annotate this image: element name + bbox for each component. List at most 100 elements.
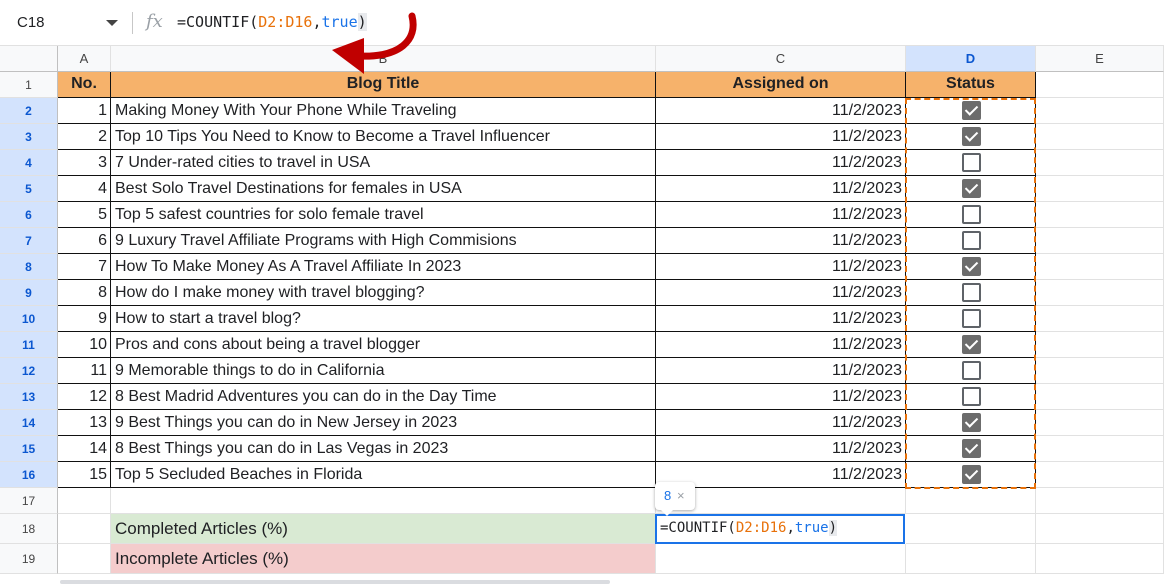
- cell-e18[interactable]: [1036, 514, 1164, 544]
- status-checkbox[interactable]: [962, 361, 981, 380]
- cell-blog-title[interactable]: 7 Under-rated cities to travel in USA: [111, 150, 656, 176]
- column-header-d[interactable]: D: [906, 46, 1036, 72]
- header-assigned-on[interactable]: Assigned on: [656, 72, 906, 98]
- cell-no[interactable]: 12: [58, 384, 111, 410]
- cell-e[interactable]: [1036, 98, 1164, 124]
- cell-e[interactable]: [1036, 176, 1164, 202]
- close-icon[interactable]: ×: [677, 482, 685, 510]
- cell-assigned-on[interactable]: 11/2/2023: [656, 410, 906, 436]
- cell-status[interactable]: [906, 202, 1036, 228]
- cell-assigned-on[interactable]: 11/2/2023: [656, 358, 906, 384]
- cell-status[interactable]: [906, 358, 1036, 384]
- cell-assigned-on[interactable]: 11/2/2023: [656, 150, 906, 176]
- cell-status[interactable]: [906, 462, 1036, 488]
- status-checkbox[interactable]: [962, 231, 981, 250]
- status-checkbox[interactable]: [962, 309, 981, 328]
- cell-status[interactable]: [906, 98, 1036, 124]
- cell-status[interactable]: [906, 124, 1036, 150]
- row-header-11[interactable]: 11: [0, 332, 58, 358]
- row-header-4[interactable]: 4: [0, 150, 58, 176]
- row-header-17[interactable]: 17: [0, 488, 58, 514]
- cell-blog-title[interactable]: How do I make money with travel blogging…: [111, 280, 656, 306]
- cell-assigned-on[interactable]: 11/2/2023: [656, 124, 906, 150]
- cell-e[interactable]: [1036, 228, 1164, 254]
- cell-assigned-on[interactable]: 11/2/2023: [656, 98, 906, 124]
- cell-no[interactable]: 9: [58, 306, 111, 332]
- cell-status[interactable]: [906, 410, 1036, 436]
- status-checkbox[interactable]: [962, 283, 981, 302]
- cell-status[interactable]: [906, 280, 1036, 306]
- cell-e1[interactable]: [1036, 72, 1164, 98]
- status-checkbox[interactable]: [962, 153, 981, 172]
- cell-no[interactable]: 5: [58, 202, 111, 228]
- status-checkbox[interactable]: [962, 127, 981, 146]
- select-all-corner[interactable]: [0, 46, 58, 72]
- cell-no[interactable]: 14: [58, 436, 111, 462]
- row-header-6[interactable]: 6: [0, 202, 58, 228]
- status-checkbox[interactable]: [962, 387, 981, 406]
- row-header-3[interactable]: 3: [0, 124, 58, 150]
- cell-blog-title[interactable]: Making Money With Your Phone While Trave…: [111, 98, 656, 124]
- row-header-12[interactable]: 12: [0, 358, 58, 384]
- cell-status[interactable]: [906, 228, 1036, 254]
- cell-a18[interactable]: [58, 514, 111, 544]
- cell-e[interactable]: [1036, 254, 1164, 280]
- cell-e[interactable]: [1036, 384, 1164, 410]
- cell-b17[interactable]: [111, 488, 656, 514]
- cell-assigned-on[interactable]: 11/2/2023: [656, 332, 906, 358]
- cell-assigned-on[interactable]: 11/2/2023: [656, 384, 906, 410]
- cell-blog-title[interactable]: 9 Luxury Travel Affiliate Programs with …: [111, 228, 656, 254]
- row-header-16[interactable]: 16: [0, 462, 58, 488]
- cell-status[interactable]: [906, 332, 1036, 358]
- cell-e[interactable]: [1036, 306, 1164, 332]
- cell-no[interactable]: 15: [58, 462, 111, 488]
- cell-no[interactable]: 3: [58, 150, 111, 176]
- header-no[interactable]: No.: [58, 72, 111, 98]
- row-header-2[interactable]: 2: [0, 98, 58, 124]
- cell-no[interactable]: 4: [58, 176, 111, 202]
- cell-blog-title[interactable]: 8 Best Madrid Adventures you can do in t…: [111, 384, 656, 410]
- cell-e[interactable]: [1036, 358, 1164, 384]
- cell-status[interactable]: [906, 176, 1036, 202]
- cell-status[interactable]: [906, 254, 1036, 280]
- cell-e[interactable]: [1036, 150, 1164, 176]
- cell-e[interactable]: [1036, 410, 1164, 436]
- cell-assigned-on[interactable]: 11/2/2023: [656, 202, 906, 228]
- status-checkbox[interactable]: [962, 257, 981, 276]
- cell-no[interactable]: 6: [58, 228, 111, 254]
- cell-blog-title[interactable]: Top 10 Tips You Need to Know to Become a…: [111, 124, 656, 150]
- cell-blog-title[interactable]: 9 Memorable things to do in California: [111, 358, 656, 384]
- cell-assigned-on[interactable]: 11/2/2023: [656, 176, 906, 202]
- cell-blog-title[interactable]: Pros and cons about being a travel blogg…: [111, 332, 656, 358]
- cell-assigned-on[interactable]: 11/2/2023: [656, 280, 906, 306]
- cell-reference[interactable]: C18: [17, 14, 45, 31]
- status-checkbox[interactable]: [962, 413, 981, 432]
- horizontal-scrollbar[interactable]: [60, 580, 610, 584]
- cell-blog-title[interactable]: How to start a travel blog?: [111, 306, 656, 332]
- cell-e[interactable]: [1036, 280, 1164, 306]
- incomplete-articles-label[interactable]: Incomplete Articles (%): [111, 544, 656, 574]
- cell-status[interactable]: [906, 384, 1036, 410]
- row-header-1[interactable]: 1: [0, 72, 58, 98]
- cell-assigned-on[interactable]: 11/2/2023: [656, 436, 906, 462]
- cell-no[interactable]: 7: [58, 254, 111, 280]
- status-checkbox[interactable]: [962, 335, 981, 354]
- row-header-19[interactable]: 19: [0, 544, 58, 574]
- cell-no[interactable]: 11: [58, 358, 111, 384]
- row-header-5[interactable]: 5: [0, 176, 58, 202]
- status-checkbox[interactable]: [962, 465, 981, 484]
- cell-e[interactable]: [1036, 202, 1164, 228]
- cell-e[interactable]: [1036, 436, 1164, 462]
- cell-blog-title[interactable]: 9 Best Things you can do in New Jersey i…: [111, 410, 656, 436]
- cell-e[interactable]: [1036, 462, 1164, 488]
- cell-no[interactable]: 8: [58, 280, 111, 306]
- cell-status[interactable]: [906, 306, 1036, 332]
- completed-articles-label[interactable]: Completed Articles (%): [111, 514, 656, 544]
- cell-status[interactable]: [906, 436, 1036, 462]
- cell-d19[interactable]: [906, 544, 1036, 574]
- status-checkbox[interactable]: [962, 101, 981, 120]
- cell-d18[interactable]: [906, 514, 1036, 544]
- active-cell-editor[interactable]: =COUNTIF(D2:D16,true): [655, 514, 905, 544]
- row-header-18[interactable]: 18: [0, 514, 58, 544]
- cell-no[interactable]: 1: [58, 98, 111, 124]
